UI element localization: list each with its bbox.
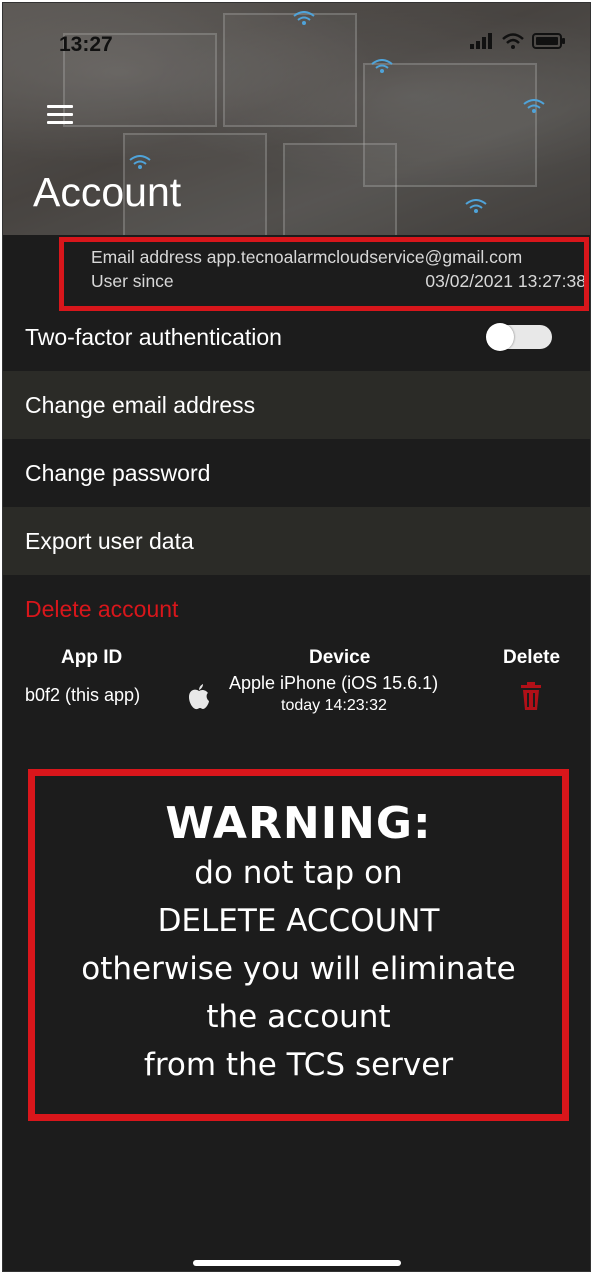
apple-icon: [189, 684, 209, 710]
home-indicator[interactable]: [193, 1260, 401, 1266]
device-name: Apple iPhone (iOS 15.6.1): [229, 673, 439, 693]
hamburger-icon: [47, 105, 73, 108]
warning-line: DELETE ACCOUNT: [157, 903, 440, 939]
warning-box: WARNING: do not tap on DELETE ACCOUNT ot…: [28, 769, 569, 1121]
wifi-decor-icon: [465, 199, 487, 213]
change-email-row[interactable]: Change email address: [3, 371, 590, 439]
delete-account-row[interactable]: Delete account: [3, 575, 590, 643]
page-title: Account: [33, 169, 182, 215]
trash-icon[interactable]: [519, 681, 543, 711]
status-time: 13:27: [59, 33, 113, 56]
status-bar: 13:27: [3, 25, 590, 65]
battery-icon: [532, 33, 565, 49]
col-app-id: App ID: [61, 647, 123, 668]
two-factor-label: Two-factor authentication: [25, 323, 282, 350]
phone-screen: 13:27 Account Email address app.tecnoala…: [2, 2, 591, 1272]
app-id-value: b0f2 (this app): [25, 685, 141, 705]
col-delete: Delete: [503, 647, 561, 668]
two-factor-toggle[interactable]: [486, 323, 552, 351]
menu-button[interactable]: [47, 105, 73, 125]
two-factor-row: Two-factor authentication: [3, 303, 590, 371]
export-user-data-row[interactable]: Export user data: [3, 507, 590, 575]
warning-line: from the TCS server: [143, 1047, 454, 1083]
warning-line: do not tap on: [194, 855, 403, 891]
change-password-row[interactable]: Change password: [3, 439, 590, 507]
warning-title: WARNING:: [165, 798, 432, 849]
signal-icon: [470, 33, 492, 49]
device-last-seen: today 14:23:32: [281, 697, 387, 714]
wifi-icon: [502, 33, 524, 49]
highlight-box: [59, 237, 589, 311]
devices-table: App ID Device Delete b0f2 (this app) App…: [3, 643, 590, 733]
warning-line: the account: [206, 999, 391, 1035]
wifi-decor-icon: [293, 11, 315, 25]
col-device: Device: [309, 647, 371, 668]
wifi-decor-icon: [523, 99, 545, 113]
wifi-decor-icon: [129, 155, 151, 169]
warning-line: otherwise you will eliminate: [81, 951, 516, 987]
header-background: 13:27 Account: [3, 3, 590, 235]
